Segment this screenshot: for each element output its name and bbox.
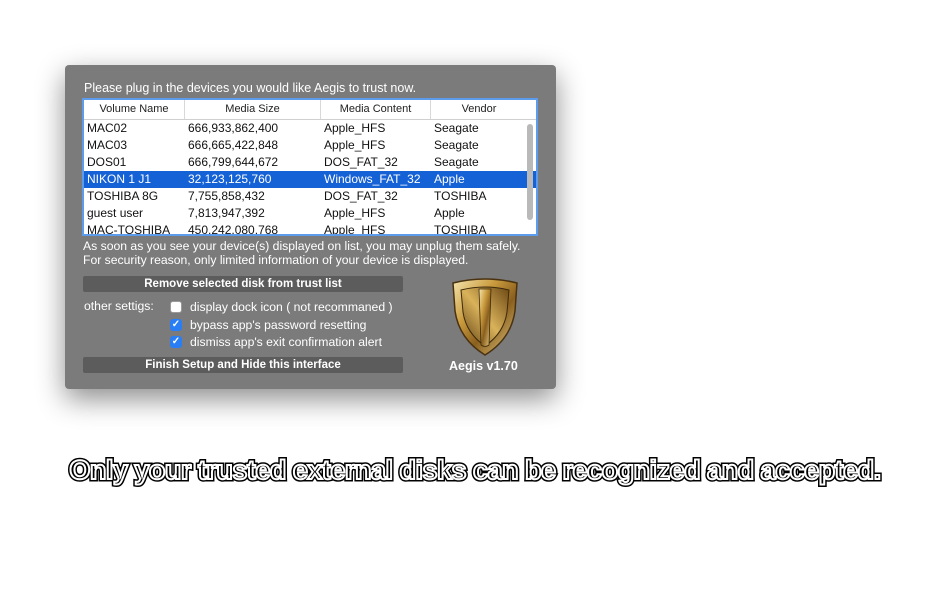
- remove-disk-button[interactable]: Remove selected disk from trust list: [83, 276, 403, 292]
- table-row[interactable]: TOSHIBA 8G 7,755,858,432 DOS_FAT_32 TOSH…: [84, 188, 536, 205]
- finish-setup-button[interactable]: Finish Setup and Hide this interface: [83, 357, 403, 373]
- cell-vendor: Apple: [434, 172, 465, 186]
- bypass-password-checkbox[interactable]: ✓: [170, 319, 182, 331]
- cell-volume-name: guest user: [87, 206, 144, 220]
- aegis-setup-panel: Please plug in the devices you would lik…: [65, 65, 556, 389]
- cell-media-content: DOS_FAT_32: [324, 189, 398, 203]
- table-row[interactable]: NIKON 1 J1 32,123,125,760 Windows_FAT_32…: [84, 171, 536, 188]
- cell-volume-name: DOS01: [87, 155, 127, 169]
- cell-volume-name: NIKON 1 J1: [87, 172, 152, 186]
- column-header-volume-name[interactable]: Volume Name: [84, 100, 185, 119]
- cell-media-size: 7,755,858,432: [188, 189, 265, 203]
- version-label: Aegis v1.70: [449, 359, 518, 373]
- note-line-unplug: As soon as you see your device(s) displa…: [83, 239, 521, 253]
- dock-icon-checkbox[interactable]: [170, 301, 182, 313]
- cell-media-size: 666,665,422,848: [188, 138, 279, 152]
- table-row[interactable]: DOS01 666,799,644,672 DOS_FAT_32 Seagate: [84, 154, 536, 171]
- cell-media-content: Apple_HFS: [324, 138, 386, 152]
- cell-vendor: Seagate: [434, 138, 479, 152]
- dismiss-exit-alert-label: dismiss app's exit confirmation alert: [190, 335, 382, 349]
- table-body: MAC02 666,933,862,400 Apple_HFS Seagate …: [84, 120, 536, 236]
- cell-volume-name: MAC02: [87, 121, 128, 135]
- bypass-password-label: bypass app's password resetting: [190, 318, 367, 332]
- cell-volume-name: MAC03: [87, 138, 128, 152]
- aegis-shield-logo-icon: [452, 278, 518, 356]
- dismiss-exit-alert-checkbox[interactable]: ✓: [170, 336, 182, 348]
- option-dismiss-exit-alert[interactable]: ✓ dismiss app's exit confirmation alert: [170, 334, 382, 350]
- dock-icon-label: display dock icon ( not recommaned ): [190, 300, 393, 314]
- column-header-media-content[interactable]: Media Content: [321, 100, 431, 119]
- cell-media-content: Apple_HFS: [324, 121, 386, 135]
- cell-media-content: DOS_FAT_32: [324, 155, 398, 169]
- table-row[interactable]: guest user 7,813,947,392 Apple_HFS Apple: [84, 205, 536, 222]
- cell-vendor: Seagate: [434, 121, 479, 135]
- unplug-note: As soon as you see your device(s) displa…: [83, 239, 520, 267]
- instruction-text: Please plug in the devices you would lik…: [84, 81, 417, 95]
- cell-media-content: Apple_HFS: [324, 206, 386, 220]
- column-header-vendor[interactable]: Vendor: [431, 100, 527, 119]
- trusted-devices-table[interactable]: Volume Name Media Size Media Content Ven…: [82, 98, 538, 236]
- option-dock-icon[interactable]: display dock icon ( not recommaned ): [170, 299, 393, 315]
- cell-media-size: 450,242,080,768: [188, 223, 279, 236]
- table-scrollbar[interactable]: [527, 124, 533, 220]
- cell-volume-name: TOSHIBA 8G: [87, 189, 159, 203]
- cell-media-size: 666,933,862,400: [188, 121, 279, 135]
- cell-media-content: Windows_FAT_32: [324, 172, 421, 186]
- cell-volume-name: MAC-TOSHIBA: [87, 223, 171, 236]
- table-row[interactable]: MAC02 666,933,862,400 Apple_HFS Seagate: [84, 120, 536, 137]
- cell-media-size: 7,813,947,392: [188, 206, 265, 220]
- cell-media-size: 666,799,644,672: [188, 155, 279, 169]
- cell-vendor: TOSHIBA: [434, 189, 487, 203]
- cell-vendor: Seagate: [434, 155, 479, 169]
- option-bypass-password-reset[interactable]: ✓ bypass app's password resetting: [170, 317, 366, 333]
- cell-media-content: Apple_HFS: [324, 223, 386, 236]
- cell-vendor: TOSHIBA: [434, 223, 487, 236]
- other-settings-label: other settigs:: [84, 299, 154, 313]
- column-header-media-size[interactable]: Media Size: [185, 100, 321, 119]
- caption-text: Only your trusted external disks can be …: [68, 454, 882, 486]
- table-row[interactable]: MAC-TOSHIBA 450,242,080,768 Apple_HFS TO…: [84, 222, 536, 236]
- table-row[interactable]: MAC03 666,665,422,848 Apple_HFS Seagate: [84, 137, 536, 154]
- cell-media-size: 32,123,125,760: [188, 172, 272, 186]
- note-line-security: For security reason, only limited inform…: [83, 253, 469, 267]
- table-header: Volume Name Media Size Media Content Ven…: [84, 100, 536, 120]
- cell-vendor: Apple: [434, 206, 465, 220]
